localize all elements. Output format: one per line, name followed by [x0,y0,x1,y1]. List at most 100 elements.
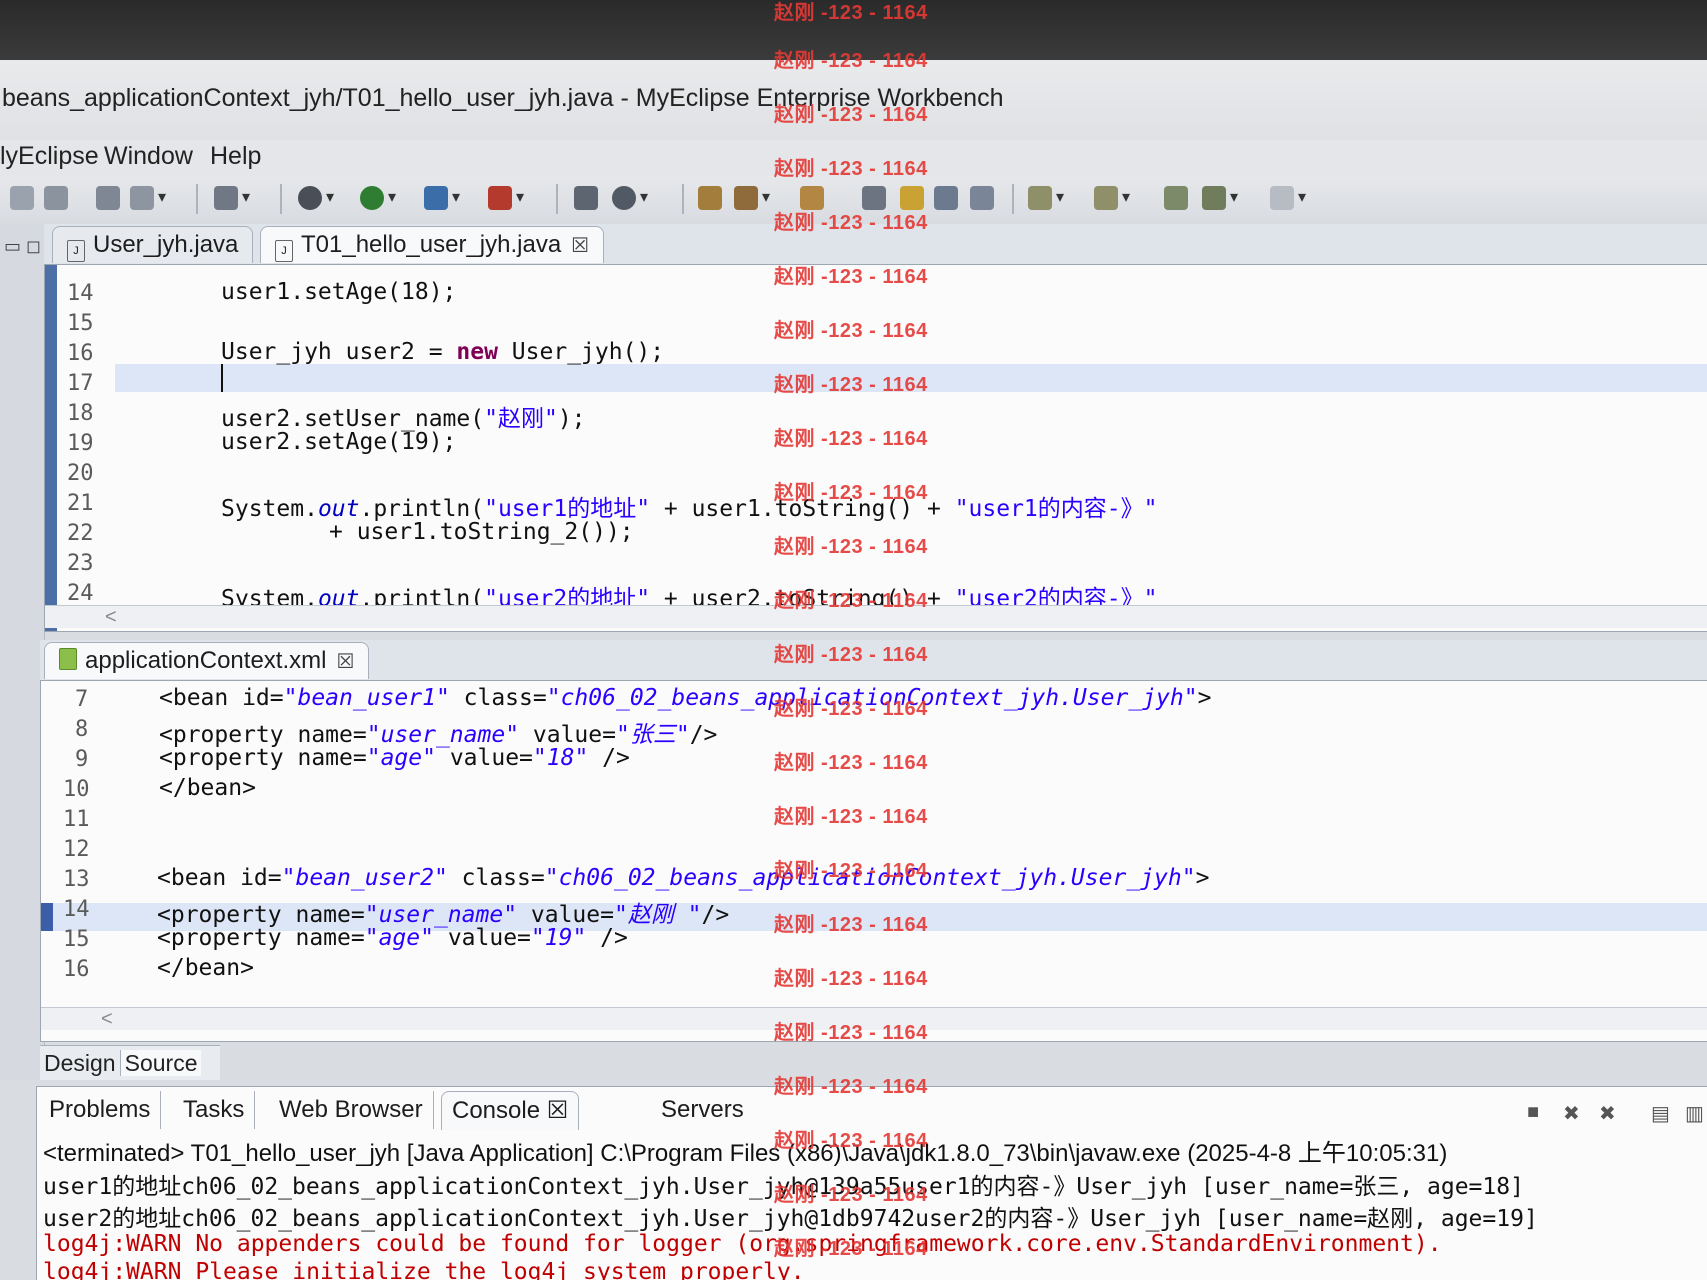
tab-design[interactable]: Design [40,1050,120,1076]
code-text: User_jyh(); [497,339,665,365]
toolbar-icon-2[interactable] [44,186,68,210]
screen: beans_applicationContext_jyh/T01_hello_u… [0,0,1707,1280]
open-folder-icon[interactable] [698,186,722,210]
console-warning-line: log4j:WARN Please initialize the log4j s… [43,1259,805,1280]
refresh-icon[interactable] [612,186,648,210]
remove-launch-icon[interactable]: ✖ [1563,1101,1585,1125]
editor-mode-tabs: Design Source [40,1045,220,1080]
console-warning-line: log4j:WARN No appenders could be found f… [43,1231,1442,1257]
line-number: 17 [67,371,94,396]
line-number: 16 [63,957,90,982]
keyword: new [456,339,498,365]
line-number: 15 [63,927,90,952]
line-number: 15 [67,311,94,336]
watermark: 赵刚 -123 - 1164 [774,914,928,936]
tab-problems[interactable]: Problems [39,1091,162,1129]
tab-label: Problems [49,1096,151,1123]
minimize-maximize-icon[interactable]: ▭ ◻ [4,236,41,257]
code-text: ); [557,406,586,432]
code-text: </bean> [157,955,254,981]
tab-tasks[interactable]: Tasks [173,1091,256,1129]
code-line-22: + user1.toString_2()); [329,519,634,545]
java-file-icon: J [67,240,85,262]
last-edit-icon[interactable] [1164,186,1188,210]
external-tools-icon[interactable] [488,186,524,210]
menu-help[interactable]: Help [210,142,261,171]
toolbar-icon-3[interactable] [96,186,120,210]
watermark: 赵刚 -123 - 1164 [774,1184,928,1206]
tab-user-jyh-java[interactable]: J User_jyh.java [52,226,254,263]
code-text: /> [701,902,730,928]
watermark: 赵刚 -123 - 1164 [774,1238,928,1260]
xml-line-13: <bean id="bean_user2" class="ch06_02_bea… [157,865,1209,891]
toolbar-separator [196,184,198,214]
xml-file-icon [59,648,77,670]
line-number: 11 [63,807,90,832]
forward-icon[interactable] [1270,186,1306,210]
line-number: 19 [67,431,94,456]
code-text: /> [588,745,630,771]
tab-application-context-xml[interactable]: applicationContext.xml ☒ [44,642,370,679]
terminate-icon[interactable]: ■ [1527,1101,1549,1123]
left-trim [0,224,45,1080]
line-number: 10 [63,777,90,802]
back-icon[interactable] [1202,186,1238,210]
build-icon[interactable] [574,186,598,210]
code-text: /> [689,722,718,748]
tab-web-browser[interactable]: Web Browser [269,1091,434,1129]
code-line-16: User_jyh user2 = new User_jyh(); [221,339,664,365]
show-whitespace-icon[interactable] [970,186,994,210]
line-number: 23 [67,551,94,576]
watermark: 赵刚 -123 - 1164 [774,2,928,24]
attribute-value: "bean_user1" [283,685,450,711]
run-config-icon[interactable] [424,186,460,210]
debug-icon[interactable] [298,186,334,210]
menu-window[interactable]: Window [104,142,193,171]
tab-servers[interactable]: Servers [651,1091,754,1129]
attribute-value: "18" [532,745,589,771]
code-line-19: user2.setAge(19); [221,429,456,455]
tab-label: T01_hello_user_jyh.java [301,231,562,258]
code-text: <property name= [159,745,367,771]
line-number: 14 [67,281,94,306]
xml-line-14: <property name="user_name" value="赵刚 "/> [157,895,729,929]
pin-icon[interactable] [734,186,770,210]
next-annotation-icon[interactable] [1028,186,1064,210]
code-line-21: System.out.println("user1的地址" + user1.to… [221,489,1157,523]
code-text: class= [449,685,547,711]
terminated-status: <terminated> T01_hello_user_jyh [Java Ap… [43,1140,1448,1167]
line-number: 7 [75,687,89,712]
toggle-block-icon[interactable] [934,186,958,210]
watermark: 赵刚 -123 - 1164 [774,428,928,450]
watermark: 赵刚 -123 - 1164 [774,860,928,882]
toolbar-icon-5[interactable] [214,186,250,210]
scroll-lock-icon[interactable]: ▥ [1685,1101,1707,1125]
clear-console-icon[interactable]: ▤ [1651,1101,1673,1125]
close-icon[interactable]: ☒ [336,651,354,673]
java-file-icon: J [275,240,293,262]
toolbar-icon-4[interactable] [130,186,166,210]
tab-t01-hello-user-jyh-java[interactable]: J T01_hello_user_jyh.java ☒ [260,226,605,263]
attribute-value: "bean_user2" [281,865,448,891]
watermark: 赵刚 -123 - 1164 [774,644,928,666]
watermark: 赵刚 -123 - 1164 [774,1130,928,1152]
string-literal: "赵刚" [484,406,558,432]
tab-source[interactable]: Source [119,1050,202,1076]
remove-all-icon[interactable]: ✖ [1599,1101,1621,1125]
run-icon[interactable] [360,186,396,210]
xml-line-7: <bean id="bean_user1" class="ch06_02_bea… [159,685,1211,711]
current-line-marker [41,903,53,931]
toolbar-icon-1[interactable] [10,186,34,210]
line-number: 14 [63,897,90,922]
line-number: 20 [67,461,94,486]
xml-line-15: <property name="age" value="19" /> [157,925,628,951]
xml-line-8: <property name="user_name" value="张三"/> [159,715,717,749]
code-text: User_jyh user2 = [221,339,457,365]
watermark: 赵刚 -123 - 1164 [774,374,928,396]
tab-label: Console ☒ [452,1097,569,1124]
prev-annotation-icon[interactable] [1094,186,1130,210]
close-icon[interactable]: ☒ [571,235,589,257]
menu-myeclipse[interactable]: lyEclipse [0,142,99,171]
code-text: user2.setAge(19); [221,429,457,455]
tab-console[interactable]: Console ☒ [441,1091,580,1130]
